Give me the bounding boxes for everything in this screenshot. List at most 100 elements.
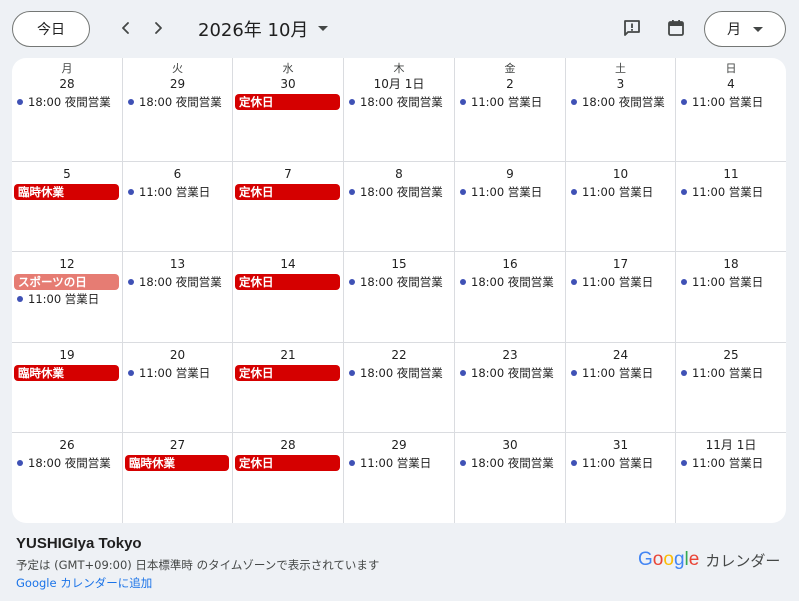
timed-event[interactable]: 11:00 営業日 — [566, 274, 675, 290]
day-cell[interactable]: 10 11:00 営業日 — [566, 162, 676, 252]
timed-event[interactable]: 18:00 夜間営業 — [123, 94, 232, 110]
day-cell[interactable]: 27 臨時休業 — [123, 433, 233, 523]
timed-event[interactable]: 11:00 営業日 — [566, 184, 675, 200]
day-cell[interactable]: 8 18:00 夜間営業 — [344, 162, 455, 252]
all-day-event[interactable]: 定休日 — [235, 274, 340, 290]
feedback-icon[interactable] — [620, 16, 644, 40]
view-selector-button[interactable]: 月 — [704, 11, 786, 47]
today-button[interactable]: 今日 — [12, 11, 90, 47]
prev-month-button[interactable] — [112, 15, 140, 43]
day-number[interactable]: 13 — [123, 256, 232, 272]
all-day-event[interactable]: 定休日 — [235, 365, 340, 381]
day-cell[interactable]: 金 2 11:00 営業日 — [455, 58, 566, 162]
day-number[interactable]: 16 — [455, 256, 565, 272]
day-cell[interactable]: 16 18:00 夜間営業 — [455, 252, 566, 343]
day-number[interactable]: 8 — [344, 166, 454, 182]
day-cell[interactable]: 20 11:00 営業日 — [123, 343, 233, 433]
day-number[interactable]: 10月 1日 — [344, 76, 454, 92]
day-number[interactable]: 3 — [566, 76, 675, 92]
calendar-icon[interactable] — [664, 16, 688, 40]
all-day-event[interactable]: スポーツの日 — [14, 274, 119, 290]
day-cell[interactable]: 月 28 18:00 夜間営業 — [12, 58, 123, 162]
timed-event[interactable]: 11:00 営業日 — [566, 365, 675, 381]
day-cell[interactable]: 28 定休日 — [233, 433, 344, 523]
day-cell[interactable]: 土 3 18:00 夜間営業 — [566, 58, 676, 162]
timed-event[interactable]: 18:00 夜間営業 — [344, 94, 454, 110]
day-cell[interactable]: 12 スポーツの日 11:00 営業日 — [12, 252, 123, 343]
timed-event[interactable]: 11:00 営業日 — [566, 455, 675, 471]
timed-event[interactable]: 18:00 夜間営業 — [566, 94, 675, 110]
day-number[interactable]: 29 — [123, 76, 232, 92]
day-cell[interactable]: 日 4 11:00 営業日 — [676, 58, 786, 162]
day-cell[interactable]: 22 18:00 夜間営業 — [344, 343, 455, 433]
all-day-event[interactable]: 臨時休業 — [14, 184, 119, 200]
timed-event[interactable]: 11:00 営業日 — [676, 365, 786, 381]
day-number[interactable]: 28 — [12, 76, 122, 92]
timed-event[interactable]: 18:00 夜間営業 — [455, 274, 565, 290]
timed-event[interactable]: 11:00 営業日 — [344, 455, 454, 471]
day-cell[interactable]: 23 18:00 夜間営業 — [455, 343, 566, 433]
day-cell[interactable]: 18 11:00 営業日 — [676, 252, 786, 343]
day-number[interactable]: 7 — [233, 166, 343, 182]
day-number[interactable]: 12 — [12, 256, 122, 272]
day-cell[interactable]: 25 11:00 営業日 — [676, 343, 786, 433]
timed-event[interactable]: 11:00 営業日 — [12, 291, 122, 307]
day-number[interactable]: 9 — [455, 166, 565, 182]
day-number[interactable]: 11 — [676, 166, 786, 182]
timed-event[interactable]: 18:00 夜間営業 — [344, 365, 454, 381]
timed-event[interactable]: 18:00 夜間営業 — [12, 94, 122, 110]
day-cell[interactable]: 木 10月 1日 18:00 夜間営業 — [344, 58, 455, 162]
day-number[interactable]: 14 — [233, 256, 343, 272]
day-cell[interactable]: 30 18:00 夜間営業 — [455, 433, 566, 523]
timed-event[interactable]: 11:00 営業日 — [676, 184, 786, 200]
day-cell[interactable]: 21 定休日 — [233, 343, 344, 433]
day-number[interactable]: 6 — [123, 166, 232, 182]
timed-event[interactable]: 11:00 営業日 — [123, 365, 232, 381]
timed-event[interactable]: 18:00 夜間営業 — [455, 365, 565, 381]
day-cell[interactable]: 24 11:00 営業日 — [566, 343, 676, 433]
day-cell[interactable]: 11 11:00 営業日 — [676, 162, 786, 252]
all-day-event[interactable]: 定休日 — [235, 455, 340, 471]
day-number[interactable]: 19 — [12, 347, 122, 363]
day-number[interactable]: 11月 1日 — [676, 437, 786, 453]
day-cell[interactable]: 29 11:00 営業日 — [344, 433, 455, 523]
day-number[interactable]: 2 — [455, 76, 565, 92]
timed-event[interactable]: 11:00 営業日 — [676, 94, 786, 110]
all-day-event[interactable]: 臨時休業 — [14, 365, 119, 381]
day-number[interactable]: 31 — [566, 437, 675, 453]
add-to-google-calendar-link[interactable]: Google カレンダーに追加 — [16, 575, 152, 591]
timed-event[interactable]: 18:00 夜間営業 — [455, 455, 565, 471]
day-number[interactable]: 10 — [566, 166, 675, 182]
google-calendar-brand[interactable]: Google カレンダー — [638, 549, 780, 571]
day-number[interactable]: 23 — [455, 347, 565, 363]
timed-event[interactable]: 18:00 夜間営業 — [344, 274, 454, 290]
day-cell[interactable]: 6 11:00 営業日 — [123, 162, 233, 252]
day-number[interactable]: 30 — [455, 437, 565, 453]
day-number[interactable]: 24 — [566, 347, 675, 363]
timed-event[interactable]: 11:00 営業日 — [676, 274, 786, 290]
timed-event[interactable]: 11:00 営業日 — [676, 455, 786, 471]
day-number[interactable]: 29 — [344, 437, 454, 453]
day-number[interactable]: 20 — [123, 347, 232, 363]
month-picker[interactable]: 2026年 10月 — [198, 16, 329, 42]
day-number[interactable]: 18 — [676, 256, 786, 272]
day-cell[interactable]: 5 臨時休業 — [12, 162, 123, 252]
all-day-event[interactable]: 臨時休業 — [125, 455, 229, 471]
next-month-button[interactable] — [144, 15, 172, 43]
day-cell[interactable]: 13 18:00 夜間営業 — [123, 252, 233, 343]
day-cell[interactable]: 17 11:00 営業日 — [566, 252, 676, 343]
day-cell[interactable]: 9 11:00 営業日 — [455, 162, 566, 252]
day-number[interactable]: 28 — [233, 437, 343, 453]
day-cell[interactable]: 19 臨時休業 — [12, 343, 123, 433]
timed-event[interactable]: 18:00 夜間営業 — [344, 184, 454, 200]
timed-event[interactable]: 11:00 営業日 — [123, 184, 232, 200]
day-number[interactable]: 30 — [233, 76, 343, 92]
day-cell[interactable]: 7 定休日 — [233, 162, 344, 252]
day-cell[interactable]: 15 18:00 夜間営業 — [344, 252, 455, 343]
day-number[interactable]: 26 — [12, 437, 122, 453]
day-cell[interactable]: 火 29 18:00 夜間営業 — [123, 58, 233, 162]
all-day-event[interactable]: 定休日 — [235, 94, 340, 110]
day-number[interactable]: 25 — [676, 347, 786, 363]
day-number[interactable]: 15 — [344, 256, 454, 272]
timed-event[interactable]: 11:00 営業日 — [455, 184, 565, 200]
